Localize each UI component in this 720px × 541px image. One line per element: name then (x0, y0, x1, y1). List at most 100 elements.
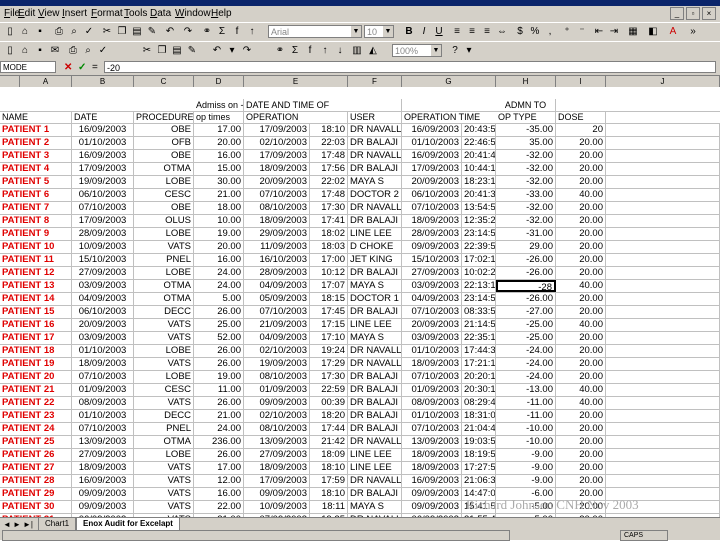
cell-h[interactable]: 16/09/2003 (402, 124, 462, 136)
cell-j[interactable]: 20.00 (556, 163, 606, 175)
cell-i[interactable]: -11.00 (496, 410, 556, 422)
cell-d[interactable]: 24.00 (194, 267, 244, 279)
cell-d[interactable]: 26.00 (194, 345, 244, 357)
cell-i[interactable]: 35.00 (496, 137, 556, 149)
cell-c[interactable]: CESC (134, 189, 194, 201)
cell-e[interactable]: 17/09/2003 (244, 150, 310, 162)
cell-g[interactable]: DR NAVALLI (348, 124, 402, 136)
paste-icon[interactable]: ▤ (170, 44, 184, 57)
cell-empty[interactable] (606, 358, 720, 370)
cell-empty[interactable] (606, 332, 720, 344)
cell-c[interactable]: DECC (134, 306, 194, 318)
cell-h2[interactable]: 22:39:57 (462, 241, 496, 253)
cell-a[interactable]: PATIENT 13 (0, 280, 72, 292)
tab-nav-next[interactable]: ► (13, 519, 21, 530)
cell-h2[interactable]: 12:35:27 (462, 215, 496, 227)
cell-g[interactable]: LINE LEE (348, 462, 402, 474)
cell-h2[interactable]: 23:14:54 (462, 228, 496, 240)
zoom-select[interactable]: 100% ▼ (392, 44, 442, 57)
cell-d[interactable]: 24.00 (194, 423, 244, 435)
save-icon[interactable]: ▪ (33, 25, 47, 38)
cell-d[interactable]: 52.00 (194, 332, 244, 344)
cell-a[interactable]: PATIENT 3 (0, 150, 72, 162)
cell-g[interactable]: DR BALAJI (348, 137, 402, 149)
menu-edit[interactable]: Edit (18, 8, 35, 19)
cell-h[interactable]: 13/09/2003 (402, 436, 462, 448)
cell-c[interactable]: CESC (134, 384, 194, 396)
cell-h[interactable]: 07/10/2003 (402, 423, 462, 435)
cell-d[interactable]: 21.00 (194, 189, 244, 201)
cell-j[interactable]: 20.00 (556, 345, 606, 357)
cell-e[interactable]: 19/09/2003 (244, 358, 310, 370)
cell-e[interactable]: 02/10/2003 (244, 345, 310, 357)
cell-f[interactable]: 18:10 (310, 488, 348, 500)
cell-b[interactable]: 06/10/2003 (72, 306, 134, 318)
cell-a[interactable]: PATIENT 26 (0, 449, 72, 461)
cut-icon[interactable]: ✂ (100, 25, 114, 38)
column-header[interactable]: I (556, 76, 606, 87)
column-header[interactable]: G (402, 76, 496, 87)
cell-j[interactable]: 20.00 (556, 449, 606, 461)
cell-b[interactable]: 27/09/2003 (72, 449, 134, 461)
save-icon[interactable]: ▪ (33, 44, 47, 57)
cell-d[interactable]: 236.00 (194, 436, 244, 448)
cell-b[interactable]: 18/09/2003 (72, 358, 134, 370)
cell-i[interactable]: -26.00 (496, 293, 556, 305)
cell-empty[interactable] (606, 410, 720, 422)
cell-c[interactable]: OFB (134, 137, 194, 149)
cell-f[interactable]: 18:20 (310, 410, 348, 422)
cell-c[interactable]: VATS (134, 501, 194, 513)
cell-e[interactable]: 09/09/2003 (244, 397, 310, 409)
cell-g[interactable]: DR BALAJI (348, 384, 402, 396)
cell-empty[interactable] (606, 345, 720, 357)
cell-h[interactable]: 09/09/2003 (402, 241, 462, 253)
font-name-select[interactable]: Arial ▼ (268, 25, 362, 38)
cell-b[interactable]: 08/09/2003 (72, 397, 134, 409)
cell-empty[interactable] (606, 137, 720, 149)
cell-c[interactable]: LOBE (134, 449, 194, 461)
menu-tools[interactable]: Tools (124, 8, 147, 19)
cell-i[interactable]: -26.00 (496, 267, 556, 279)
cell-d[interactable]: 5.00 (194, 293, 244, 305)
cell-i[interactable]: -27.00 (496, 306, 556, 318)
cell-g[interactable]: D CHOKE (348, 241, 402, 253)
undo-icon[interactable]: ↶ (163, 25, 177, 38)
cell-j[interactable]: 20.00 (556, 332, 606, 344)
cell-d[interactable]: 26.00 (194, 397, 244, 409)
cell-d[interactable]: 16.00 (194, 488, 244, 500)
redo-icon[interactable]: ↷ (240, 44, 254, 57)
tab-nav-prev[interactable]: ◄ (3, 519, 11, 530)
undo-icon[interactable]: ↶ (210, 44, 224, 57)
align-center-icon[interactable]: ≡ (465, 25, 479, 38)
open-folder-icon[interactable]: ⌂ (18, 44, 32, 57)
cell-f[interactable]: 00:39 (310, 397, 348, 409)
cell-h2[interactable]: 18:23:19 (462, 176, 496, 188)
sort-descending-icon[interactable]: ↓ (333, 44, 347, 57)
cell-a[interactable]: PATIENT 25 (0, 436, 72, 448)
cell-c[interactable]: VATS (134, 319, 194, 331)
cell-empty[interactable] (606, 280, 720, 292)
cell-g[interactable]: MAYA S (348, 176, 402, 188)
cell-c[interactable]: VATS (134, 332, 194, 344)
cell-j[interactable]: 20.00 (556, 150, 606, 162)
name-box[interactable]: MODE (0, 61, 56, 73)
cell-g[interactable]: DR NAVALLI (348, 436, 402, 448)
cell-c[interactable]: LOBE (134, 267, 194, 279)
cut-icon[interactable]: ✂ (140, 44, 154, 57)
print-icon[interactable]: ⎙ (52, 25, 66, 38)
cell-j[interactable]: 40.00 (556, 189, 606, 201)
borders-icon[interactable]: ▦ (626, 25, 640, 38)
cell-f[interactable]: 22:02 (310, 176, 348, 188)
undo-dropdown-icon[interactable]: ▾ (225, 44, 239, 57)
cell-h2[interactable]: 20:43:54 (462, 124, 496, 136)
cell-d[interactable]: 22.00 (194, 501, 244, 513)
cell-f[interactable]: 17:30 (310, 202, 348, 214)
cell-h[interactable]: 28/09/2003 (402, 228, 462, 240)
cell-h2[interactable]: 13:54:54 (462, 202, 496, 214)
currency-icon[interactable]: $ (513, 25, 527, 38)
cell-h[interactable]: 04/09/2003 (402, 293, 462, 305)
fill-color-icon[interactable]: ◧ (646, 25, 660, 38)
cell-g[interactable]: DOCTOR 1 (348, 293, 402, 305)
cell-a[interactable]: PATIENT 1 (0, 124, 72, 136)
cell-h2[interactable]: 21:06:33 (462, 475, 496, 487)
